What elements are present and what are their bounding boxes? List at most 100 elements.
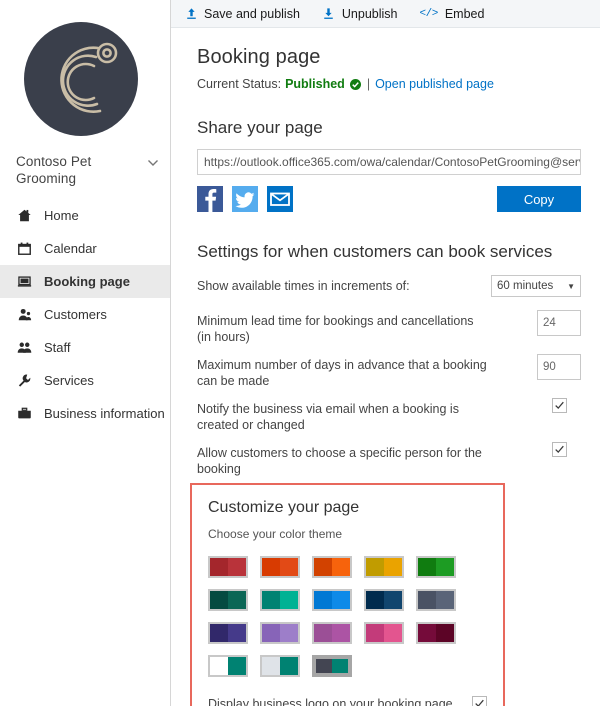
home-icon <box>16 207 33 224</box>
color-theme-swatch[interactable] <box>208 589 248 611</box>
display-logo-row: Display business logo on your booking pa… <box>208 690 487 706</box>
swatch-half-left <box>314 624 332 642</box>
email-share-button[interactable] <box>267 186 293 212</box>
customize-subtitle: Choose your color theme <box>208 527 487 541</box>
display-logo-label: Display business logo on your booking pa… <box>208 697 453 706</box>
sidebar-item-home[interactable]: Home <box>0 199 170 232</box>
staff-icon <box>16 339 33 356</box>
swatch-half-right <box>280 657 298 675</box>
control-slot: 60 minutes ▼ <box>491 275 581 297</box>
customers-icon <box>16 306 33 323</box>
monitor-icon <box>16 273 33 290</box>
swatch-half-right <box>228 624 246 642</box>
twitter-share-button[interactable] <box>232 186 258 212</box>
sidebar-item-label: Calendar <box>44 241 97 256</box>
color-theme-swatch[interactable] <box>208 655 248 677</box>
sidebar-item-customers[interactable]: Customers <box>0 298 170 331</box>
chevron-down-icon <box>146 154 160 171</box>
sidebar-item-booking-page[interactable]: Booking page <box>0 265 170 298</box>
color-theme-swatch[interactable] <box>312 556 352 578</box>
swatch-half-right <box>228 591 246 609</box>
color-theme-grid <box>208 556 487 677</box>
color-theme-swatch[interactable] <box>364 622 404 644</box>
customize-page-panel: Customize your page Choose your color th… <box>190 483 505 706</box>
color-theme-swatch[interactable] <box>312 589 352 611</box>
swatch-half-left <box>262 657 280 675</box>
display-logo-checkbox[interactable] <box>472 696 487 706</box>
setting-label: Allow customers to choose a specific per… <box>197 442 487 477</box>
briefcase-icon <box>16 405 33 422</box>
control-slot <box>552 398 581 413</box>
page-title: Booking page <box>197 46 600 69</box>
status-badge: Published <box>285 77 345 91</box>
color-theme-swatch[interactable] <box>416 556 456 578</box>
unpublish-button[interactable]: Unpublish <box>322 0 398 28</box>
color-theme-swatch[interactable] <box>364 556 404 578</box>
settings-section-title: Settings for when customers can book ser… <box>197 242 600 262</box>
customize-title: Customize your page <box>208 499 487 517</box>
embed-label: Embed <box>445 7 485 21</box>
setting-row: Show available times in increments of: 6… <box>197 275 581 301</box>
swatch-half-right <box>332 659 348 673</box>
swatch-half-right <box>436 591 454 609</box>
open-published-page-link[interactable]: Open published page <box>375 77 494 91</box>
color-theme-swatch[interactable] <box>208 556 248 578</box>
facebook-icon <box>197 186 223 212</box>
upload-icon <box>184 7 198 21</box>
color-theme-swatch[interactable] <box>416 622 456 644</box>
time-increment-value: 60 minutes <box>497 280 553 292</box>
control-slot: 24 <box>537 310 581 336</box>
swatch-half-left <box>418 591 436 609</box>
swatch-half-right <box>228 657 246 675</box>
color-theme-swatch[interactable] <box>260 556 300 578</box>
embed-button[interactable]: </> Embed <box>420 0 485 28</box>
content-area: Booking page Current Status: Published |… <box>171 28 600 477</box>
sidebar-item-business-information[interactable]: Business information <box>0 397 170 430</box>
color-theme-swatch[interactable] <box>208 622 248 644</box>
minimum-lead-time-input[interactable]: 24 <box>537 310 581 336</box>
logo-container <box>0 0 170 144</box>
swatch-half-right <box>280 591 298 609</box>
control-slot <box>552 442 581 457</box>
sidebar-item-services[interactable]: Services <box>0 364 170 397</box>
envelope-icon <box>267 186 293 212</box>
facebook-share-button[interactable] <box>197 186 223 212</box>
check-circle-icon <box>350 79 361 90</box>
sidebar-item-staff[interactable]: Staff <box>0 331 170 364</box>
swatch-half-left <box>366 558 384 576</box>
color-theme-swatch[interactable] <box>364 589 404 611</box>
color-theme-swatch[interactable] <box>312 655 352 677</box>
notify-business-checkbox[interactable] <box>552 398 567 413</box>
color-theme-swatch[interactable] <box>312 622 352 644</box>
sidebar-nav: Home Calendar Booking page Customers <box>0 199 170 430</box>
share-url-input[interactable]: https://outlook.office365.com/owa/calend… <box>197 149 581 175</box>
save-and-publish-button[interactable]: Save and publish <box>184 0 300 28</box>
business-selector[interactable]: Contoso Pet Grooming <box>0 144 170 197</box>
swatch-half-left <box>210 558 228 576</box>
calendar-icon <box>16 240 33 257</box>
chevron-down-icon: ▼ <box>567 282 575 291</box>
copy-button[interactable]: Copy <box>497 186 581 212</box>
unpublish-label: Unpublish <box>342 7 398 21</box>
setting-row: Minimum lead time for bookings and cance… <box>197 310 581 345</box>
swatch-half-right <box>384 591 402 609</box>
swatch-half-right <box>332 624 350 642</box>
swatch-half-left <box>210 591 228 609</box>
sidebar-item-label: Home <box>44 208 79 223</box>
color-theme-swatch[interactable] <box>260 655 300 677</box>
color-theme-swatch[interactable] <box>260 589 300 611</box>
setting-label: Notify the business via email when a boo… <box>197 398 487 433</box>
color-theme-swatch[interactable] <box>416 589 456 611</box>
max-days-advance-input[interactable]: 90 <box>537 354 581 380</box>
allow-choose-person-checkbox[interactable] <box>552 442 567 457</box>
business-name: Contoso Pet Grooming <box>16 153 142 187</box>
sidebar-item-calendar[interactable]: Calendar <box>0 232 170 265</box>
swatch-half-right <box>436 624 454 642</box>
setting-label: Minimum lead time for bookings and cance… <box>197 310 487 345</box>
time-increment-select[interactable]: 60 minutes ▼ <box>491 275 581 297</box>
swatch-half-left <box>418 558 436 576</box>
color-theme-swatch[interactable] <box>260 622 300 644</box>
swatch-half-right <box>228 558 246 576</box>
setting-row: Allow customers to choose a specific per… <box>197 442 581 477</box>
swatch-half-right <box>384 624 402 642</box>
